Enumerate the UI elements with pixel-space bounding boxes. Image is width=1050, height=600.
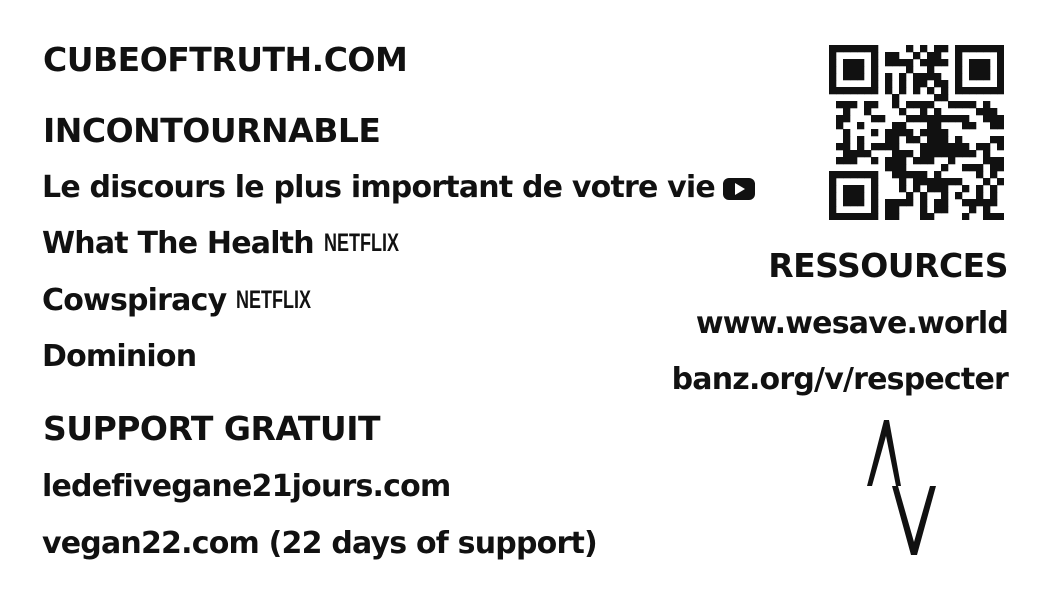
support-heading: SUPPORT GRATUIT <box>43 409 381 448</box>
incontournable-item[interactable]: Le discours le plus important de votre v… <box>42 170 755 208</box>
support-link[interactable]: vegan22.com (22 days of support) <box>42 526 598 561</box>
site-title[interactable]: CUBEOFTRUTH.COM <box>43 40 408 79</box>
incontournable-item[interactable]: Cowspiracy NETFLIX <box>42 283 341 318</box>
item-label: What The Health <box>42 226 315 261</box>
ressources-heading: RESSOURCES <box>768 246 1008 285</box>
incontournable-item[interactable]: What The Health NETFLIX <box>42 226 428 261</box>
incontournable-item[interactable]: Dominion <box>42 339 197 374</box>
netflix-logo: NETFLIX <box>236 286 312 314</box>
support-link[interactable]: ledefivegane21jours.com <box>42 469 451 504</box>
item-label: Dominion <box>42 339 197 374</box>
item-label: Le discours le plus important de votre v… <box>42 170 716 205</box>
netflix-logo: NETFLIX <box>323 229 399 257</box>
anonymous-for-the-voiceless-logo-icon <box>862 416 942 562</box>
ressources-link[interactable]: banz.org/v/respecter <box>672 362 1009 397</box>
incontournable-heading: INCONTOURNABLE <box>43 111 381 150</box>
qr-code-icon[interactable] <box>829 45 1006 222</box>
youtube-icon <box>722 173 755 208</box>
ressources-link[interactable]: www.wesave.world <box>696 306 1009 341</box>
item-label: Cowspiracy <box>42 283 227 318</box>
